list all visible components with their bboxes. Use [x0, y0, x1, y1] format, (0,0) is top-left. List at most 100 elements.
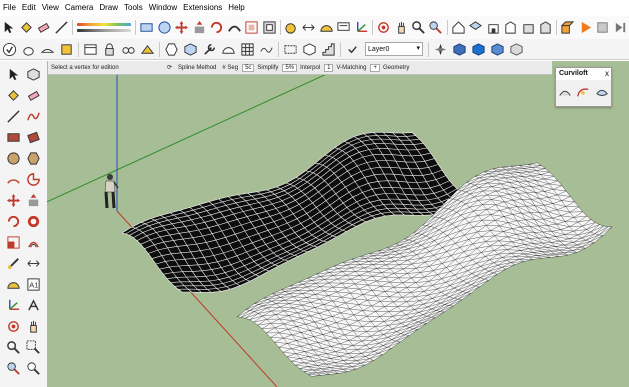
- right-view-icon[interactable]: [503, 19, 518, 36]
- shaded-cube-icon[interactable]: [470, 41, 487, 58]
- lock-icon[interactable]: [101, 41, 118, 58]
- textured-cube-icon[interactable]: [489, 41, 506, 58]
- scale-icon[interactable]: [244, 19, 259, 36]
- surface-icon[interactable]: [258, 41, 275, 58]
- spline-method-label[interactable]: Spline Method: [175, 65, 219, 71]
- simplify-label[interactable]: Simplify: [254, 65, 281, 71]
- home-view-icon[interactable]: [451, 19, 466, 36]
- close-icon[interactable]: x: [605, 68, 609, 80]
- compass-icon[interactable]: [432, 41, 449, 58]
- 3d-text-icon[interactable]: [24, 296, 42, 314]
- follow-me-icon[interactable]: [24, 212, 42, 230]
- menu-extensions[interactable]: Extensions: [180, 0, 225, 16]
- push-pull-icon[interactable]: [192, 19, 207, 36]
- color-swatches[interactable]: [76, 19, 132, 37]
- loft-along-path-icon[interactable]: [576, 85, 590, 99]
- cube-icon[interactable]: [182, 41, 199, 58]
- interpolation-label[interactable]: Interpol: [297, 65, 323, 71]
- stairs-icon[interactable]: [320, 41, 337, 58]
- play-icon[interactable]: [578, 19, 593, 36]
- protractor-icon[interactable]: [319, 19, 334, 36]
- circle-icon[interactable]: [157, 19, 172, 36]
- previous-view-icon[interactable]: [24, 359, 42, 377]
- text-icon[interactable]: [336, 19, 351, 36]
- menu-camera[interactable]: Camera: [62, 0, 96, 16]
- move-icon[interactable]: [4, 191, 22, 209]
- viewport[interactable]: [47, 61, 629, 387]
- simplify-value[interactable]: 5%: [282, 63, 298, 72]
- teapot-icon[interactable]: [20, 41, 37, 58]
- select-icon[interactable]: [4, 65, 22, 83]
- stop-icon[interactable]: [595, 19, 610, 36]
- zoom-extents-icon[interactable]: [428, 19, 443, 36]
- vertex-matching-value[interactable]: +: [370, 63, 380, 72]
- wrench-icon[interactable]: [201, 41, 218, 58]
- next-icon[interactable]: [613, 19, 628, 36]
- refresh-icon[interactable]: ⟳: [164, 64, 175, 71]
- zoom-icon[interactable]: [4, 338, 22, 356]
- back-view-icon[interactable]: [520, 19, 535, 36]
- panel-title[interactable]: Curviloft x: [556, 68, 611, 80]
- eraser-icon[interactable]: [24, 86, 42, 104]
- rectangle-icon[interactable]: [4, 128, 22, 146]
- offset-icon[interactable]: [24, 233, 42, 251]
- segment-count-value[interactable]: 5c: [242, 63, 255, 72]
- tape-icon[interactable]: [4, 254, 22, 272]
- zoom-extents-icon[interactable]: [4, 359, 22, 377]
- menu-tools[interactable]: Tools: [121, 0, 146, 16]
- protractor-icon[interactable]: [4, 275, 22, 293]
- checkmark-icon[interactable]: [1, 41, 18, 58]
- top-view-icon[interactable]: [468, 19, 483, 36]
- skinning-icon[interactable]: [595, 85, 609, 99]
- tape-icon[interactable]: [284, 19, 299, 36]
- hexagon-icon[interactable]: [163, 41, 180, 58]
- zoom-icon[interactable]: [411, 19, 426, 36]
- glasses-icon[interactable]: [120, 41, 137, 58]
- orbit-icon[interactable]: [376, 19, 391, 36]
- dimension-icon[interactable]: [24, 254, 42, 272]
- dome-icon[interactable]: [220, 41, 237, 58]
- interpolation-value[interactable]: 1: [324, 63, 334, 72]
- pie-icon[interactable]: [24, 170, 42, 188]
- layer-dropdown[interactable]: Layer0 ▾: [365, 42, 423, 56]
- axes-icon[interactable]: [354, 19, 369, 36]
- rotate-icon[interactable]: [209, 19, 224, 36]
- axes-icon[interactable]: [4, 296, 22, 314]
- scale-icon[interactable]: [4, 233, 22, 251]
- line-icon[interactable]: [4, 107, 22, 125]
- polygon-icon[interactable]: [24, 149, 42, 167]
- text-icon[interactable]: A1: [24, 275, 42, 293]
- left-view-icon[interactable]: [538, 19, 553, 36]
- menu-edit[interactable]: Edit: [19, 0, 39, 16]
- tools-icon[interactable]: [58, 41, 75, 58]
- zoom-window-icon[interactable]: [24, 338, 42, 356]
- pan-icon[interactable]: [24, 317, 42, 335]
- menu-help[interactable]: Help: [225, 0, 247, 16]
- sandbox-icon[interactable]: [139, 41, 156, 58]
- grid-icon[interactable]: [239, 41, 256, 58]
- orbit-icon[interactable]: [4, 317, 22, 335]
- component-icon[interactable]: [282, 41, 299, 58]
- move-icon[interactable]: [174, 19, 189, 36]
- window-icon[interactable]: [82, 41, 99, 58]
- follow-me-icon[interactable]: [226, 19, 241, 36]
- segment-count-label[interactable]: # Seg: [219, 65, 241, 71]
- monochrome-cube-icon[interactable]: [508, 41, 525, 58]
- geometry-label[interactable]: Geometry: [380, 65, 412, 71]
- loft-by-spline-icon[interactable]: [558, 85, 572, 99]
- rotate-icon[interactable]: [4, 212, 22, 230]
- offset-icon[interactable]: [261, 19, 276, 36]
- menu-file[interactable]: File: [0, 0, 19, 16]
- dimension-icon[interactable]: [301, 19, 316, 36]
- vertex-matching-label[interactable]: V-Matching: [333, 65, 369, 71]
- menu-window[interactable]: Window: [146, 0, 180, 16]
- front-view-icon[interactable]: [485, 19, 500, 36]
- circle-icon[interactable]: [4, 149, 22, 167]
- rectangle-icon[interactable]: [139, 19, 154, 36]
- select-icon[interactable]: [1, 19, 16, 36]
- eraser-icon[interactable]: [36, 19, 51, 36]
- paint-bucket-icon[interactable]: [4, 86, 22, 104]
- hat-icon[interactable]: [39, 41, 56, 58]
- rotated-rectangle-icon[interactable]: [24, 128, 42, 146]
- line-icon[interactable]: [53, 19, 68, 36]
